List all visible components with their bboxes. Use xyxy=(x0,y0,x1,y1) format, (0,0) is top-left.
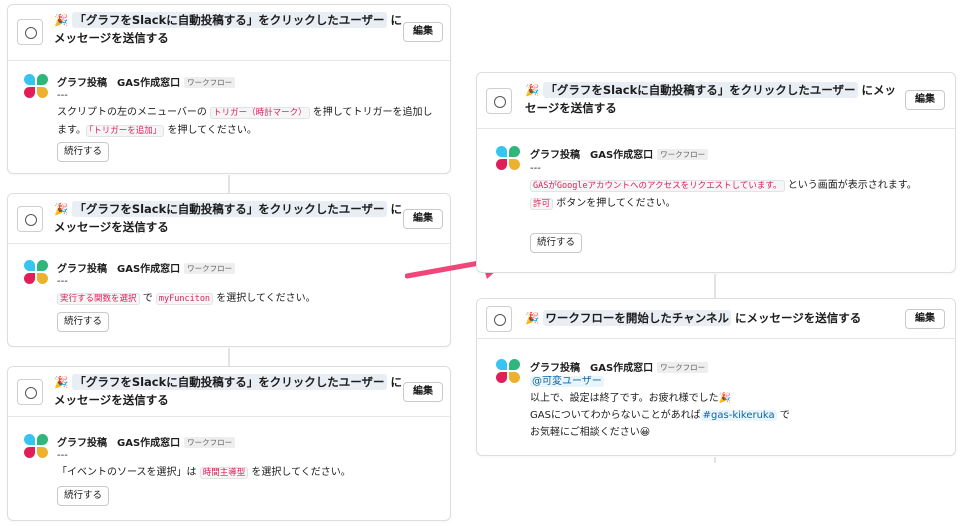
step-title-highlight: 「グラフをSlackに自動投稿する」をクリックしたユーザー xyxy=(72,374,387,390)
edit-button[interactable]: 編集 xyxy=(905,309,945,329)
edit-button[interactable]: 編集 xyxy=(403,22,443,42)
step-title: 🎉 ワークフローを開始したチャンネル にメッセージを送信する xyxy=(525,310,862,326)
workflow-step-card: 🎉 「グラフをSlackに自動投稿する」をクリックしたユーザー にメッセージを送… xyxy=(476,72,956,273)
continue-button[interactable]: 続行する xyxy=(530,233,583,253)
step-title: 🎉 「グラフをSlackに自動投稿する」をクリックしたユーザー にメッセージを送… xyxy=(525,82,897,115)
workflow-step-card: 🎉 「グラフをSlackに自動投稿する」をクリックしたユーザー にメッセージを送… xyxy=(7,193,451,347)
edit-button[interactable]: 編集 xyxy=(403,209,443,229)
step-header: 🎉 ワークフローを開始したチャンネル にメッセージを送信する 編集 xyxy=(477,299,955,339)
message-text: @可変ユーザー 以上で、設定は終了です。お疲れ様でした🎉 GASについてわからな… xyxy=(530,376,790,438)
edit-button[interactable]: 編集 xyxy=(905,90,945,110)
slack-logo-icon xyxy=(496,359,522,385)
message-icon xyxy=(17,19,43,45)
step-connector xyxy=(714,274,716,298)
step-connector xyxy=(228,175,230,193)
message-icon xyxy=(486,88,512,114)
slack-logo-icon xyxy=(24,260,50,286)
step-header: 🎉 「グラフをSlackに自動投稿する」をクリックしたユーザー にメッセージを送… xyxy=(8,194,450,244)
workflow-tag: ワークフロー xyxy=(657,149,709,160)
step-title-highlight: ワークフローを開始したチャンネル xyxy=(543,310,731,326)
continue-button[interactable]: 続行する xyxy=(57,142,110,162)
message-icon xyxy=(486,306,512,332)
edit-button[interactable]: 編集 xyxy=(403,382,443,402)
step-body: グラフ投稿 GAS作成窓口 ワークフロー @可変ユーザー 以上で、設定は終了です。… xyxy=(477,339,955,455)
continue-button[interactable]: 続行する xyxy=(57,312,110,332)
step-title-highlight: 「グラフをSlackに自動投稿する」をクリックしたユーザー xyxy=(543,82,858,98)
sender-name: グラフ投稿 GAS作成窓口 ワークフロー xyxy=(530,359,709,374)
step-body: グラフ投稿 GAS作成窓口 ワークフロー --- GASがGoogleアカウントへ… xyxy=(477,129,955,272)
step-title: 🎉 「グラフをSlackに自動投稿する」をクリックしたユーザー にメッセージを送… xyxy=(54,12,403,45)
step-title-highlight: 「グラフをSlackに自動投稿する」をクリックしたユーザー xyxy=(72,201,387,217)
slack-logo-icon xyxy=(24,434,50,460)
slack-logo-icon xyxy=(496,146,522,172)
workflow-step-card: 🎉 ワークフローを開始したチャンネル にメッセージを送信する 編集 グラフ投稿 … xyxy=(476,298,956,456)
step-header: 🎉 「グラフをSlackに自動投稿する」をクリックしたユーザー にメッセージを送… xyxy=(8,367,450,417)
step-title: 🎉 「グラフをSlackに自動投稿する」をクリックしたユーザー にメッセージを送… xyxy=(54,201,403,234)
channel-link[interactable]: #gas-kikeruka xyxy=(700,410,777,421)
message-text: --- 実行する関数を選択 で myFunciton を選択してください。 xyxy=(57,276,316,305)
message-icon xyxy=(17,206,43,232)
step-header: 🎉 「グラフをSlackに自動投稿する」をクリックしたユーザー にメッセージを送… xyxy=(8,5,450,61)
message-text: --- スクリプトの左のメニューバーの トリガー（時計マーク） を押してトリガー… xyxy=(57,90,433,137)
step-body: グラフ投稿 GAS作成窓口 ワークフロー --- スクリプトの左のメニューバーの … xyxy=(8,61,450,173)
sender-name: グラフ投稿 GAS作成窓口 ワークフロー xyxy=(530,146,709,161)
step-title-highlight: 「グラフをSlackに自動投稿する」をクリックしたユーザー xyxy=(72,12,387,28)
step-body: グラフ投稿 GAS作成窓口 ワークフロー --- 実行する関数を選択 で myFu… xyxy=(8,244,450,346)
user-mention[interactable]: @可変ユーザー xyxy=(530,376,604,387)
step-connector xyxy=(714,457,716,463)
continue-button[interactable]: 続行する xyxy=(57,486,110,506)
workflow-step-card: 🎉 「グラフをSlackに自動投稿する」をクリックしたユーザー にメッセージを送… xyxy=(7,4,451,174)
workflow-step-card: 🎉 「グラフをSlackに自動投稿する」をクリックしたユーザー にメッセージを送… xyxy=(7,366,451,521)
workflow-tag: ワークフロー xyxy=(657,362,709,373)
step-title: 🎉 「グラフをSlackに自動投稿する」をクリックしたユーザー にメッセージを送… xyxy=(54,374,403,407)
step-connector xyxy=(228,348,230,366)
message-text: --- 「イベントのソースを選択」は 時間主導型 を選択してください。 xyxy=(57,450,351,479)
step-header: 🎉 「グラフをSlackに自動投稿する」をクリックしたユーザー にメッセージを送… xyxy=(477,73,955,129)
step-body: グラフ投稿 GAS作成窓口 ワークフロー --- 「イベントのソースを選択」は 時… xyxy=(8,417,450,520)
message-icon xyxy=(17,379,43,405)
message-text: --- GASがGoogleアカウントへのアクセスをリクエストしています。 とい… xyxy=(530,163,917,210)
slack-logo-icon xyxy=(24,74,50,100)
